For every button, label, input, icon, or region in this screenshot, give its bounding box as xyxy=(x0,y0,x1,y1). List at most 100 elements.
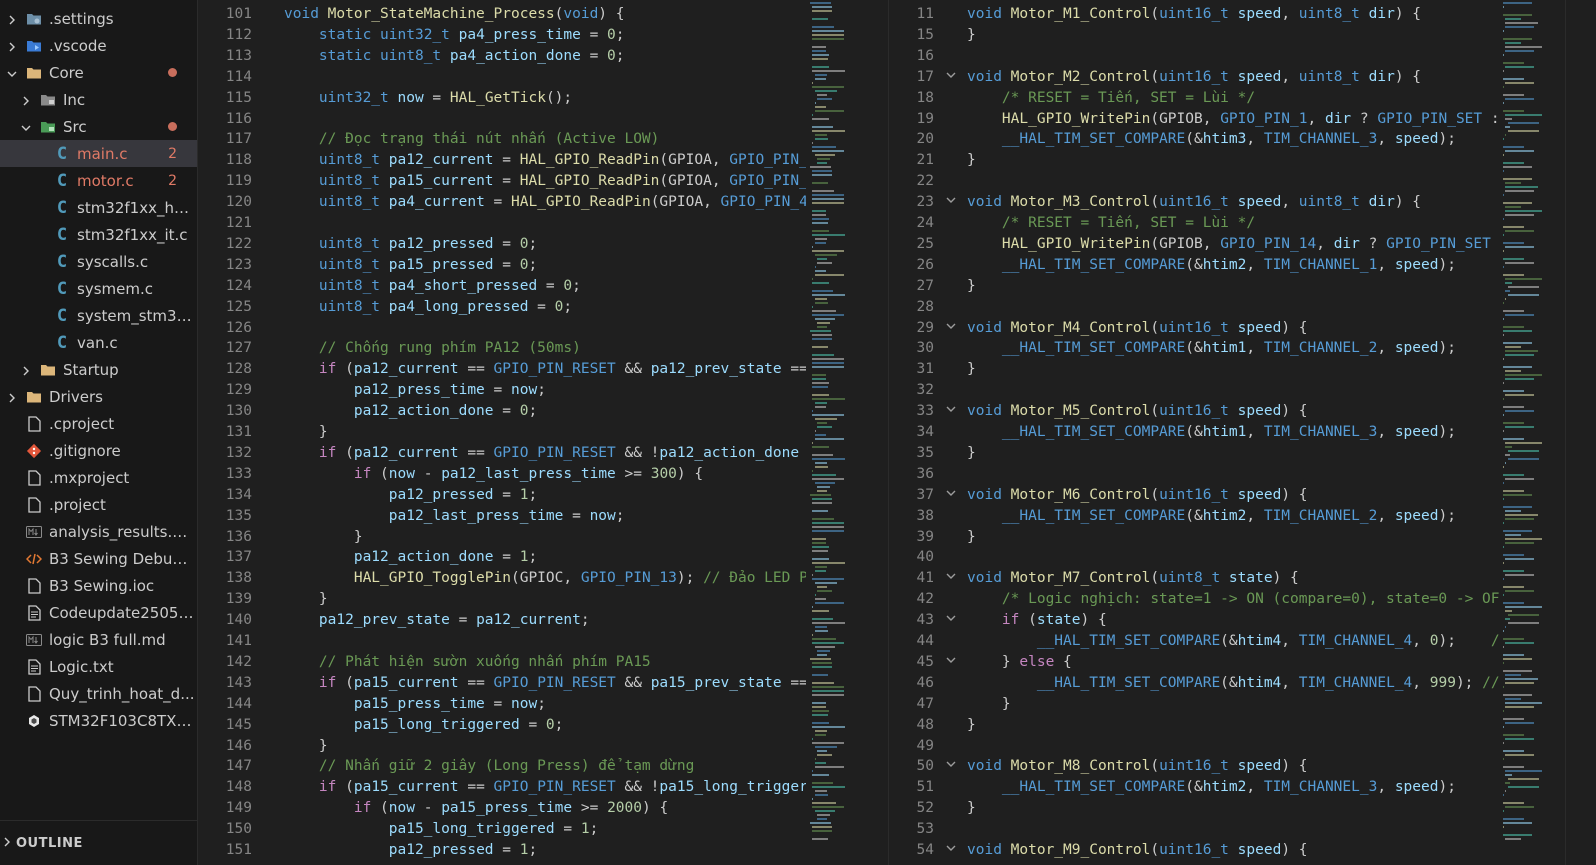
fold-chevron-icon[interactable] xyxy=(945,756,957,777)
code-line[interactable]: 122 uint8_t pa12_pressed = 0; xyxy=(198,234,806,255)
fold-chevron-icon[interactable] xyxy=(945,485,957,506)
tree-item-src[interactable]: Src xyxy=(0,113,197,140)
code-line[interactable]: 127 // Chống rung phím PA12 (50ms) xyxy=(198,338,806,359)
code-line[interactable]: 125 uint8_t pa4_long_pressed = 0; xyxy=(198,297,806,318)
code-line[interactable]: 114 xyxy=(198,67,806,88)
code-line[interactable]: 18 /* RESET = Tiến, SET = Lùi */ xyxy=(889,88,1499,109)
code-line[interactable]: 29 void Motor_M4_Control(uint16_t speed) … xyxy=(889,318,1499,339)
code-line[interactable]: 150 pa15_long_triggered = 1; xyxy=(198,819,806,840)
code-line[interactable]: 53 xyxy=(889,819,1499,840)
code-line[interactable]: 15} xyxy=(889,25,1499,46)
tree-item-startup[interactable]: Startup xyxy=(0,356,197,383)
code-line[interactable]: 40 xyxy=(889,547,1499,568)
code-line[interactable]: 47 } xyxy=(889,694,1499,715)
outline-section-header[interactable]: OUTLINE xyxy=(0,820,197,865)
code-line[interactable]: 143 if (pa15_current == GPIO_PIN_RESET &… xyxy=(198,673,834,694)
code-line[interactable]: 149 if (now - pa15_press_time >= 2000) { xyxy=(198,798,806,819)
code-line[interactable]: 138 HAL_GPIO_TogglePin(GPIOC, GPIO_PIN_1… xyxy=(198,568,817,589)
tree-item-core[interactable]: Core xyxy=(0,59,197,86)
code-line[interactable]: 136 } xyxy=(198,527,806,548)
tree-item-logic-b3-full-md[interactable]: logic B3 full.md xyxy=(0,626,197,653)
code-line[interactable]: 112 static uint32_t pa4_press_time = 0; xyxy=(198,25,806,46)
code-line[interactable]: 19 HAL_GPIO_WritePin(GPIOB, GPIO_PIN_1, … xyxy=(889,109,1526,130)
code-line[interactable]: 115 uint32_t now = HAL_GetTick(); xyxy=(198,88,806,109)
code-line[interactable]: 137 pa12_action_done = 1; xyxy=(198,547,806,568)
fold-chevron-icon[interactable] xyxy=(945,401,957,422)
tree-item-stm32f1xx-hal[interactable]: Cstm32f1xx_hal_... xyxy=(0,194,197,221)
code-line[interactable]: 17 void Motor_M2_Control(uint16_t speed, … xyxy=(889,67,1499,88)
tree-item-analysis-results-md[interactable]: analysis_results.md xyxy=(0,518,197,545)
code-line[interactable]: 113 static uint8_t pa4_action_done = 0; xyxy=(198,46,806,67)
tree-item-cproject[interactable]: .cproject xyxy=(0,410,197,437)
code-line[interactable]: 49 xyxy=(889,736,1499,757)
code-line[interactable]: 24 /* RESET = Tiến, SET = Lùi */ xyxy=(889,213,1499,234)
tree-item-codeupdate2505-txt[interactable]: Codeupdate2505.txt xyxy=(0,599,197,626)
tree-item-logic-txt[interactable]: Logic.txt xyxy=(0,653,197,680)
code-line[interactable]: 25 HAL_GPIO_WritePin(GPIOB, GPIO_PIN_14,… xyxy=(889,234,1579,255)
code-line[interactable]: 39} xyxy=(889,527,1499,548)
code-line[interactable]: 116 xyxy=(198,109,806,130)
code-line[interactable]: 147 // Nhấn giữ 2 giây (Long Press) để t… xyxy=(198,756,806,777)
tree-item-project[interactable]: .project xyxy=(0,491,197,518)
code-line[interactable]: 135 pa12_last_press_time = now; xyxy=(198,506,806,527)
minimap[interactable] xyxy=(1499,0,1565,865)
code-line[interactable]: 117 // Đọc trạng thái nút nhấn (Active L… xyxy=(198,129,806,150)
code-line[interactable]: 131 } xyxy=(198,422,806,443)
fold-chevron-icon[interactable] xyxy=(945,568,957,589)
code-line[interactable]: 129 pa12_press_time = now; xyxy=(198,380,806,401)
code-line[interactable]: 119 uint8_t pa15_current = HAL_GPIO_Read… xyxy=(198,171,817,192)
code-line[interactable]: 33 void Motor_M5_Control(uint16_t speed) … xyxy=(889,401,1499,422)
tree-item-sysmem-c[interactable]: Csysmem.c xyxy=(0,275,197,302)
code-line[interactable]: 140 pa12_prev_state = pa12_current; xyxy=(198,610,806,631)
code-line[interactable]: 42 /* Logic nghịch: state=1 -> ON (compa… xyxy=(889,589,1579,610)
code-line[interactable]: 123 uint8_t pa15_pressed = 0; xyxy=(198,255,806,276)
code-line[interactable]: 46 __HAL_TIM_SET_COMPARE(&htim4, TIM_CHA… xyxy=(889,673,1535,694)
tree-item-stm32f103c8tx[interactable]: STM32F103C8TX_... xyxy=(0,707,197,734)
code-line[interactable]: 22 xyxy=(889,171,1499,192)
code-line[interactable]: 37 void Motor_M6_Control(uint16_t speed) … xyxy=(889,485,1499,506)
code-line[interactable]: 11 void Motor_M1_Control(uint16_t speed, … xyxy=(889,4,1499,25)
code-line[interactable]: 126 xyxy=(198,318,806,339)
code-line[interactable]: 44 __HAL_TIM_SET_COMPARE(&htim4, TIM_CHA… xyxy=(889,631,1535,652)
code-line[interactable]: 38 __HAL_TIM_SET_COMPARE(&htim2, TIM_CHA… xyxy=(889,506,1499,527)
tree-item-mxproject[interactable]: .mxproject xyxy=(0,464,197,491)
tree-item-gitignore[interactable]: .gitignore xyxy=(0,437,197,464)
code-line[interactable]: 35} xyxy=(889,443,1499,464)
code-line[interactable]: 144 pa15_press_time = now; xyxy=(198,694,806,715)
fold-chevron-icon[interactable] xyxy=(945,67,957,88)
code-line[interactable]: 52} xyxy=(889,798,1499,819)
code-line[interactable]: 27} xyxy=(889,276,1499,297)
fold-chevron-icon[interactable] xyxy=(945,192,957,213)
tree-item-motor-c[interactable]: Cmotor.c 2 xyxy=(0,167,197,194)
code-line[interactable]: 121 xyxy=(198,213,806,234)
minimap[interactable] xyxy=(806,0,870,865)
code-line[interactable]: 145 pa15_long_triggered = 0; xyxy=(198,715,806,736)
code-line[interactable]: 141 xyxy=(198,631,806,652)
code-line[interactable]: 146 } xyxy=(198,736,806,757)
code-line[interactable]: 48} xyxy=(889,715,1499,736)
code-line[interactable]: 133 if (now - pa12_last_press_time >= 30… xyxy=(198,464,806,485)
code-line[interactable]: 41 void Motor_M7_Control(uint8_t state) { xyxy=(889,568,1499,589)
code-line[interactable]: 16 xyxy=(889,46,1499,67)
scrollbar[interactable] xyxy=(1565,0,1580,865)
code-line[interactable]: 20 __HAL_TIM_SET_COMPARE(&htim3, TIM_CHA… xyxy=(889,129,1499,150)
code-line[interactable]: 32 xyxy=(889,380,1499,401)
left-editor-pane[interactable]: 101 void Motor_StateMachine_Process(void)… xyxy=(198,0,870,865)
code-line[interactable]: 34 __HAL_TIM_SET_COMPARE(&htim1, TIM_CHA… xyxy=(889,422,1499,443)
code-line[interactable]: 23 void Motor_M3_Control(uint16_t speed, … xyxy=(889,192,1499,213)
code-line[interactable]: 51 __HAL_TIM_SET_COMPARE(&htim2, TIM_CHA… xyxy=(889,777,1499,798)
tree-item-b3-sewing-ioc[interactable]: B3 Sewing.ioc xyxy=(0,572,197,599)
tree-item-van-c[interactable]: Cvan.c xyxy=(0,329,197,356)
code-line[interactable]: 139 } xyxy=(198,589,806,610)
code-line[interactable]: 21} xyxy=(889,150,1499,171)
code-line[interactable]: 101 void Motor_StateMachine_Process(void)… xyxy=(198,4,806,25)
code-line[interactable]: 43 if (state) { xyxy=(889,610,1499,631)
tree-item-settings[interactable]: .settings xyxy=(0,5,197,32)
code-line[interactable]: 130 pa12_action_done = 0; xyxy=(198,401,806,422)
code-line[interactable]: 45 } else { xyxy=(889,652,1499,673)
tree-item-system-stm32f1[interactable]: Csystem_stm32f1... xyxy=(0,302,197,329)
code-line[interactable]: 120 uint8_t pa4_current = HAL_GPIO_ReadP… xyxy=(198,192,817,213)
code-line[interactable]: 128 if (pa12_current == GPIO_PIN_RESET &… xyxy=(198,359,834,380)
tree-item-drivers[interactable]: Drivers xyxy=(0,383,197,410)
code-line[interactable]: 134 pa12_pressed = 1; xyxy=(198,485,806,506)
